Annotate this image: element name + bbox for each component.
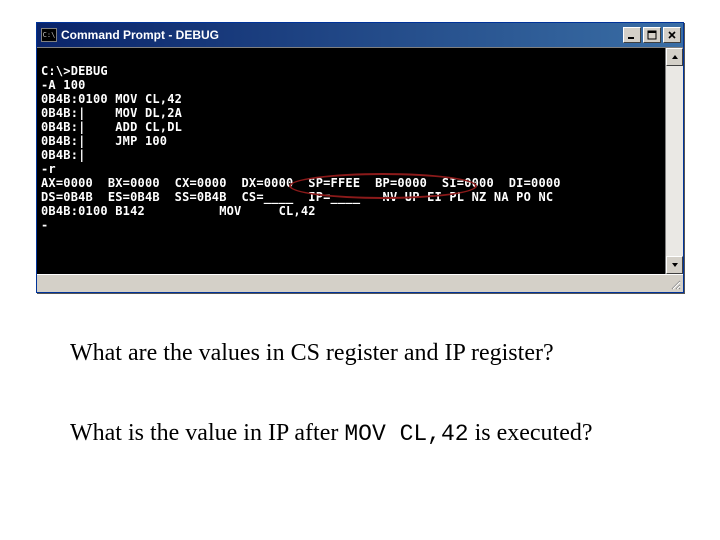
console-line: 0B4B:| [41, 148, 86, 162]
console-line: 0B4B:0100 B142 MOV CL,42 [41, 204, 316, 218]
question-2-text-a: What is the value in IP after [70, 420, 344, 446]
console-line: DS=0B4B ES=0B4B SS=0B4B CS=____ IP=____ … [41, 190, 553, 204]
question-1-text: What are the values in CS register and I… [70, 340, 554, 366]
window-buttons [623, 27, 681, 43]
console-line: 0B4B:| ADD CL,DL [41, 120, 182, 134]
console-line: -r [41, 162, 56, 176]
console-line: 0B4B:| MOV DL,2A [41, 106, 182, 120]
question-1: What are the values in CS register and I… [70, 340, 554, 367]
titlebar[interactable]: C:\ Command Prompt - DEBUG [37, 23, 683, 47]
console-line: - [41, 218, 48, 232]
console-line: C:\>DEBUG [41, 64, 108, 78]
question-2: What is the value in IP after MOV CL,42 … [70, 420, 593, 447]
console-line: AX=0000 BX=0000 CX=0000 DX=0000 SP=FFEE … [41, 176, 561, 190]
cmd-system-menu-icon[interactable]: C:\ [41, 28, 57, 42]
client-area: C:\>DEBUG -A 100 0B4B:0100 MOV CL,42 0B4… [37, 47, 683, 274]
maximize-button[interactable] [643, 27, 661, 43]
question-2-code: MOV CL,42 [344, 421, 468, 447]
command-prompt-window: C:\ Command Prompt - DEBUG C:\>DEBUG -A … [36, 22, 684, 293]
sys-icon-text: C:\ [43, 31, 56, 39]
close-button[interactable] [663, 27, 681, 43]
chevron-down-icon [671, 261, 679, 269]
close-icon [667, 30, 677, 40]
maximize-icon [647, 30, 657, 40]
console-line: 0B4B:| JMP 100 [41, 134, 167, 148]
minimize-icon [627, 30, 637, 40]
question-2-text-b: is executed? [469, 420, 593, 446]
resize-grip[interactable] [669, 278, 681, 290]
window-title: Command Prompt - DEBUG [61, 28, 623, 42]
scroll-down-button[interactable] [666, 256, 683, 274]
console-line: -A 100 [41, 78, 86, 92]
scrollbar-track[interactable] [666, 66, 683, 256]
scroll-up-button[interactable] [666, 48, 683, 66]
chevron-up-icon [671, 53, 679, 61]
vertical-scrollbar[interactable] [665, 48, 683, 274]
console-line: 0B4B:0100 MOV CL,42 [41, 92, 182, 106]
statusbar [37, 274, 683, 292]
minimize-button[interactable] [623, 27, 641, 43]
console-output[interactable]: C:\>DEBUG -A 100 0B4B:0100 MOV CL,42 0B4… [37, 48, 665, 274]
resize-grip-icon [669, 278, 681, 290]
